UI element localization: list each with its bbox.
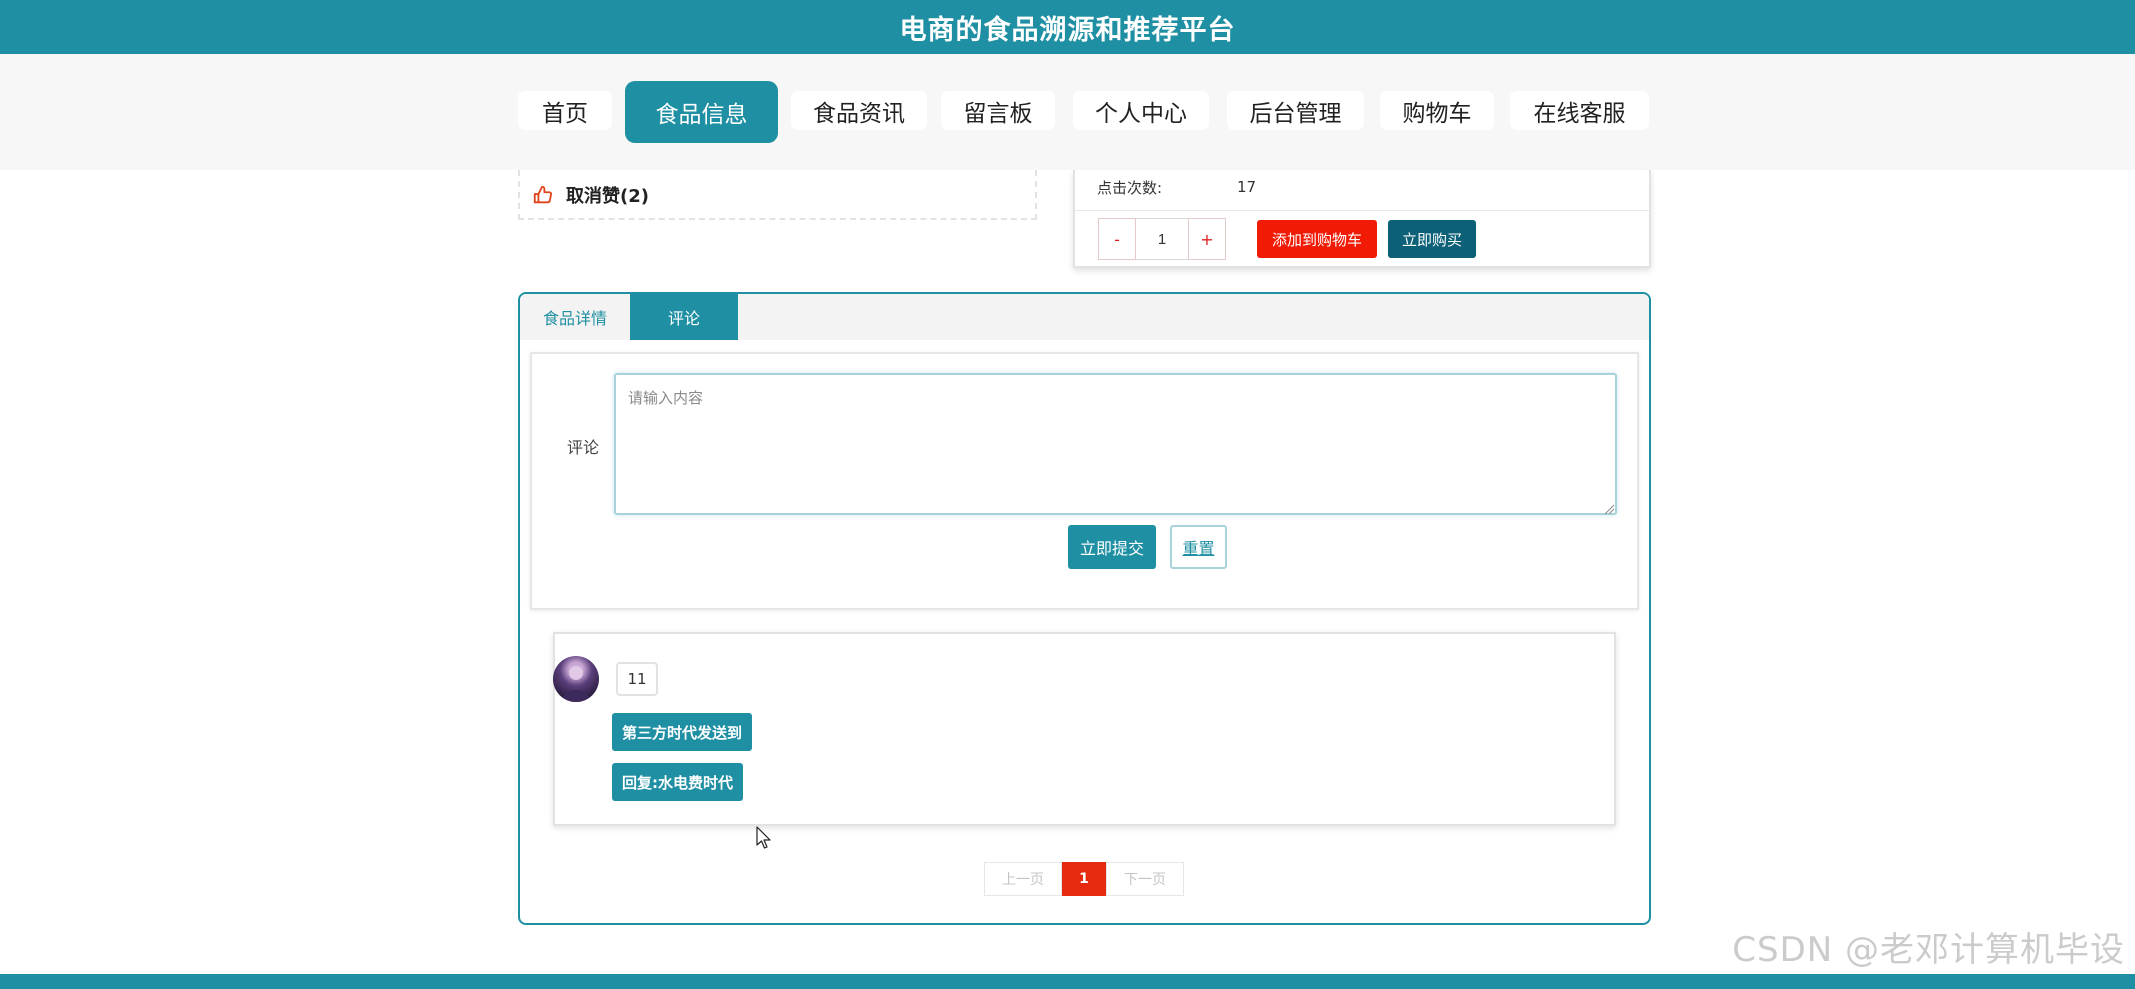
click-count-row: 点击次数: 17: [1097, 176, 1256, 198]
prev-page-button[interactable]: 上一页: [984, 862, 1062, 896]
unlike-label: 取消赞(2): [566, 186, 649, 207]
mouse-cursor-icon: [756, 826, 772, 850]
nav-item-cart[interactable]: 购物车: [1380, 91, 1494, 130]
submit-button[interactable]: 立即提交: [1068, 525, 1156, 569]
tab-comments[interactable]: 评论: [630, 294, 738, 340]
comment-username: 11: [616, 662, 658, 696]
watermark: CSDN @老邓计算机毕设: [1732, 930, 2125, 970]
unlike-button[interactable]: 取消赞(2): [532, 180, 649, 210]
comment-field-label: 评论: [567, 438, 600, 457]
buy-now-button[interactable]: 立即购买: [1388, 220, 1476, 258]
comment-reply: 回复:水电费时代: [612, 763, 743, 801]
decrease-button[interactable]: -: [1098, 218, 1136, 260]
nav-item-user-center[interactable]: 个人中心: [1073, 91, 1209, 130]
nav-item-online-service[interactable]: 在线客服: [1510, 91, 1649, 130]
tab-food-details[interactable]: 食品详情: [520, 294, 630, 340]
pagination: 上一页 1 下一页: [984, 862, 1184, 896]
nav-item-food-news[interactable]: 食品资讯: [791, 91, 927, 130]
page-number-button[interactable]: 1: [1062, 862, 1106, 896]
avatar: [553, 656, 599, 702]
nav-item-message-board[interactable]: 留言板: [941, 91, 1055, 130]
next-page-button[interactable]: 下一页: [1106, 862, 1184, 896]
footer-bar: [0, 974, 2135, 989]
click-count-label: 点击次数:: [1097, 178, 1163, 197]
quantity-input[interactable]: [1136, 218, 1188, 260]
reset-button[interactable]: 重置: [1170, 525, 1227, 569]
nav-item-food-info[interactable]: 食品信息: [625, 81, 778, 143]
add-to-cart-button[interactable]: 添加到购物车: [1257, 220, 1377, 258]
resize-handle-icon[interactable]: [1603, 500, 1615, 515]
thumbs-up-icon: [532, 184, 554, 206]
quantity-stepper: - +: [1098, 218, 1226, 260]
site-header: 电商的食品溯源和推荐平台: [0, 0, 2135, 54]
main-nav: 首页 食品信息 食品资讯 留言板 个人中心 后台管理 购物车 在线客服: [0, 54, 2135, 170]
nav-item-home[interactable]: 首页: [518, 91, 612, 130]
comment-content: 第三方时代发送到: [612, 713, 753, 751]
site-title: 电商的食品溯源和推荐平台: [899, 14, 1236, 46]
divider: [1075, 210, 1649, 211]
nav-item-admin[interactable]: 后台管理: [1227, 91, 1364, 130]
comment-input[interactable]: [614, 373, 1617, 515]
increase-button[interactable]: +: [1188, 218, 1226, 260]
click-count-value: 17: [1237, 178, 1257, 196]
